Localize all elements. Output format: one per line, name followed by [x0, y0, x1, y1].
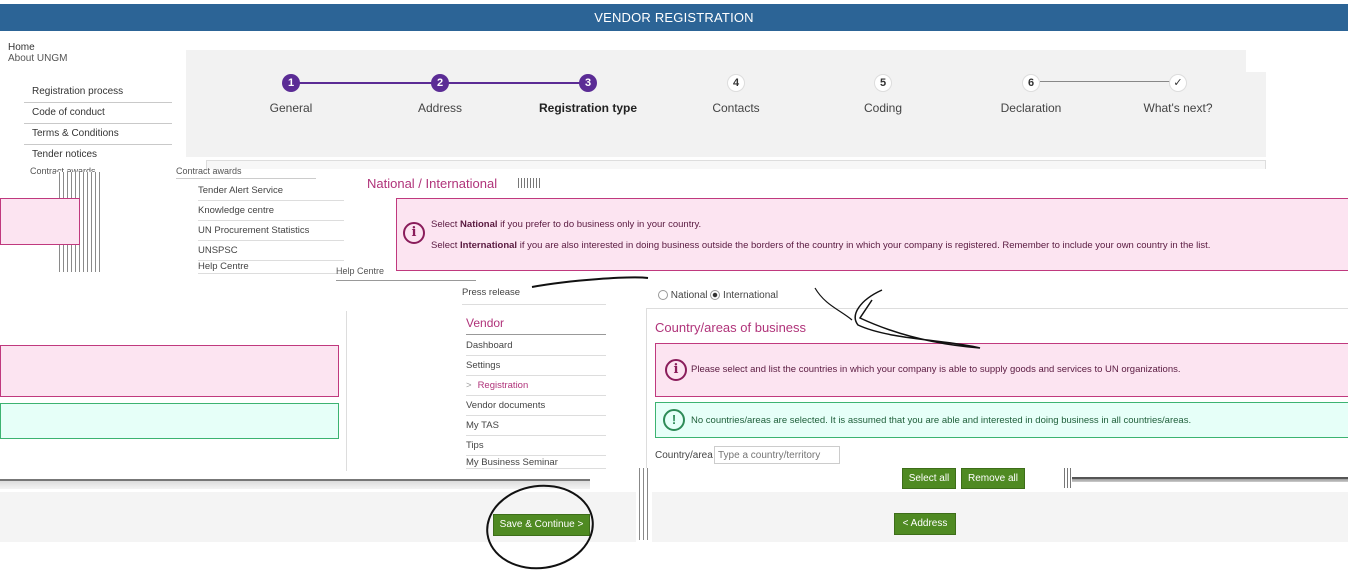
step-label: Coding	[863, 101, 903, 115]
glitch-bars	[516, 178, 540, 188]
nav-item-knowledge-centre[interactable]: Knowledge centre	[198, 201, 344, 221]
nav-item-help-centre[interactable]: Help Centre	[198, 261, 344, 274]
annotation-circle	[486, 484, 594, 570]
step-contacts[interactable]: 4 Contacts	[666, 74, 806, 115]
step-number: 4	[727, 74, 745, 92]
step-general[interactable]: 1 General	[221, 74, 361, 115]
text-bold: National	[460, 219, 498, 230]
annotation-scribbles	[486, 276, 981, 570]
text: Select	[431, 219, 461, 230]
step-label: Contacts	[712, 101, 760, 115]
info-box-fragment	[0, 198, 80, 245]
page-title: VENDOR REGISTRATION	[594, 10, 754, 25]
step-label: Declaration	[1000, 101, 1062, 115]
step-whats-next[interactable]: ✓ What's next?	[1108, 74, 1248, 115]
nav-item-procurement-stats[interactable]: UN Procurement Statistics	[198, 221, 344, 241]
annotation-stroke	[531, 276, 649, 288]
text: if you prefer to do business only in you…	[497, 219, 702, 230]
nav-item-about[interactable]: About UNGM	[8, 51, 162, 65]
nav-item-home[interactable]: Home	[8, 33, 162, 53]
nav-item-code-of-conduct[interactable]: Code of conduct	[24, 103, 172, 124]
step-address[interactable]: 2 Address	[370, 74, 510, 115]
step-number: 1	[282, 74, 300, 92]
nav-item-registration-process[interactable]: Registration process	[24, 82, 172, 103]
step-label: Address	[417, 101, 463, 115]
nav-item-contract-awards[interactable]: Contract awards	[176, 166, 316, 179]
step-declaration[interactable]: 6 Declaration	[961, 74, 1101, 115]
nav-item-tender-alert[interactable]: Tender Alert Service	[198, 181, 344, 201]
left-subnav: Registration process Code of conduct Ter…	[24, 82, 172, 166]
national-title: National / International	[367, 176, 498, 191]
page-header: VENDOR REGISTRATION	[0, 4, 1348, 31]
panel-top-edge	[206, 160, 1266, 169]
step-registration-type[interactable]: 3 Registration type	[518, 74, 658, 115]
step-label: What's next?	[1143, 101, 1213, 115]
checkmark-icon: ✓	[1169, 74, 1187, 92]
nav-item-unspsc[interactable]: UNSPSC	[198, 241, 344, 261]
text: Select	[431, 240, 461, 251]
info-icon: i	[403, 222, 425, 244]
nav-item-terms[interactable]: Terms & Conditions	[24, 124, 172, 145]
step-number: 6	[1022, 74, 1040, 92]
national-info-line-1: Select National if you prefer to do busi…	[431, 219, 701, 230]
annotation-arrow	[854, 289, 981, 349]
annotation-stroke	[814, 287, 853, 321]
step-label: General	[269, 101, 313, 115]
step-number: 5	[874, 74, 892, 92]
step-label: Registration type	[538, 101, 637, 115]
chevron-right-icon: >	[466, 380, 472, 391]
step-number: 3	[579, 74, 597, 92]
step-coding[interactable]: 5 Coding	[813, 74, 953, 115]
glitch-bars	[1062, 468, 1072, 488]
left-nav-secondary: Tender Alert Service Knowledge centre UN…	[198, 181, 344, 274]
panel-fragment	[0, 311, 347, 471]
step-number: 2	[431, 74, 449, 92]
glitch-strip	[1068, 470, 1348, 488]
stepper-card-edge	[1246, 72, 1266, 168]
